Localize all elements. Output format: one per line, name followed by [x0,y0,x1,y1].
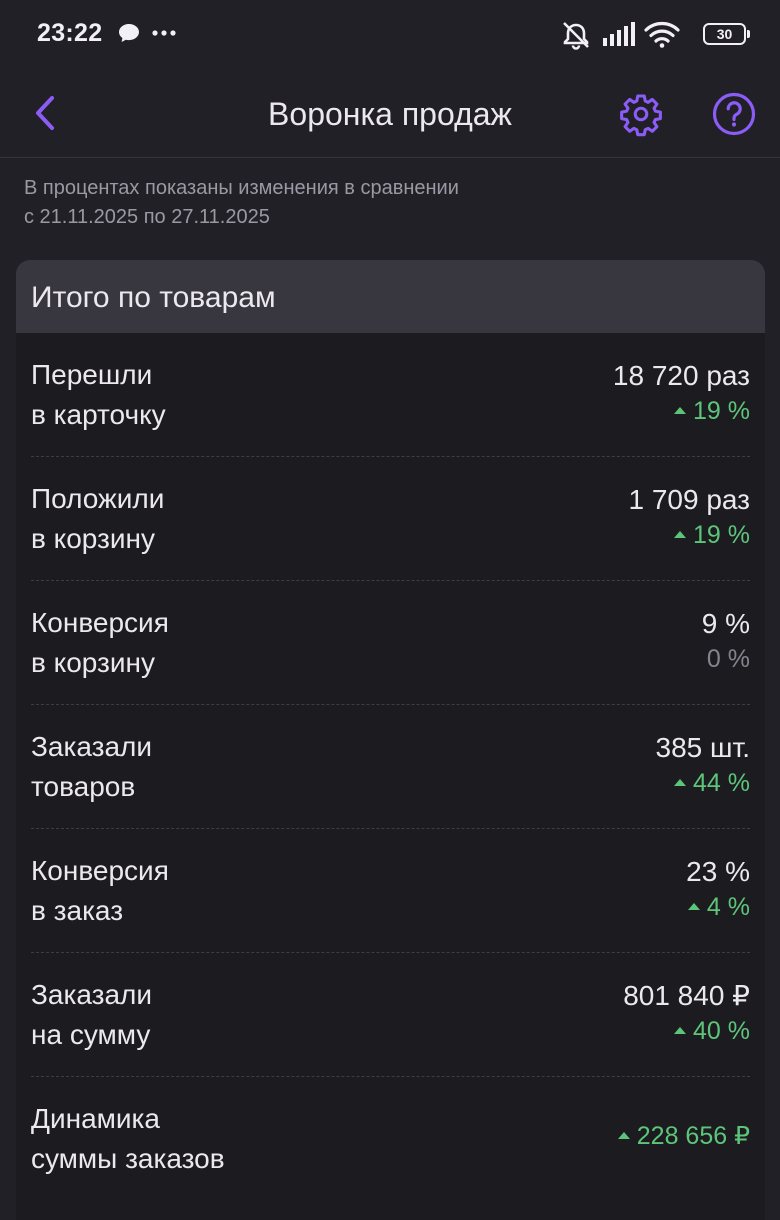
comparison-note: В процентах показаны изменения в сравнен… [24,174,744,232]
trend-up-icon [674,531,687,538]
metric-change: 19 % [674,396,750,426]
alarm-off-icon [563,22,589,50]
metric-change: 228 656 ₽ [617,1121,750,1151]
trend-up-icon [617,1132,630,1139]
totals-card: Итого по товарам Перешли в карточку 18 7… [16,260,765,1220]
help-button[interactable] [711,91,757,137]
trend-up-icon [687,903,700,910]
comparison-note-line1: В процентах показаны изменения в сравнен… [24,177,459,199]
trend-up-icon [674,779,687,786]
status-time: 23:22 [37,19,103,47]
metric-change: 4 % [687,892,750,922]
question-icon [712,92,756,136]
more-dots-icon [152,30,176,36]
metric-value: 18 720 раз [612,360,750,391]
metric-row-order-sum-dynamics[interactable]: Динамика суммы заказов 228 656 ₽ [31,1077,750,1201]
chat-bubble-icon [119,24,139,42]
card-title: Итого по товарам [16,260,765,333]
signal-icon [603,22,635,46]
metric-row-card-visits[interactable]: Перешли в карточку 18 720 раз 19 % [31,333,750,457]
battery-icon: 30 [703,23,750,45]
wifi-icon [644,22,680,48]
metric-row-ordered-items[interactable]: Заказали товаров 385 шт. 44 % [31,705,750,829]
metric-label: Конверсия в заказ [31,855,169,926]
metric-row-order-conversion[interactable]: Конверсия в заказ 23 % 4 % [31,829,750,953]
metric-label: Перешли в карточку [31,359,166,430]
metric-row-add-to-cart[interactable]: Положили в корзину 1 709 раз 19 % [31,457,750,581]
metric-value: 9 % [701,608,750,639]
metric-row-cart-conversion[interactable]: Конверсия в корзину 9 % 0 % [31,581,750,705]
metric-value: 801 840 ₽ [623,980,750,1011]
metric-change: 40 % [674,1016,750,1046]
settings-button[interactable] [618,91,664,137]
metric-label: Заказали товаров [31,731,152,802]
metric-value: 1 709 раз [628,484,750,515]
metric-row-order-sum[interactable]: Заказали на сумму 801 840 ₽ 40 % [31,953,750,1077]
metric-value: 385 шт. [655,732,750,763]
trend-up-icon [674,1027,687,1034]
trend-up-icon [674,407,687,414]
metric-change: 0 % [706,645,750,673]
metric-label: Заказали на сумму [31,979,152,1050]
app-header: Воронка продаж [0,70,780,158]
metric-change: 44 % [674,768,750,798]
metric-value: 23 % [686,856,750,887]
metric-label: Положили в корзину [31,483,165,554]
status-right-icons: 30 [560,20,750,50]
metric-label: Динамика суммы заказов [31,1103,225,1174]
metric-label: Конверсия в корзину [31,607,169,678]
metric-change: 19 % [674,520,750,550]
comparison-note-period: с 21.11.2025 по 27.11.2025 [24,206,270,228]
status-bar: 23:22 30 [0,0,780,70]
gear-icon [620,94,662,137]
